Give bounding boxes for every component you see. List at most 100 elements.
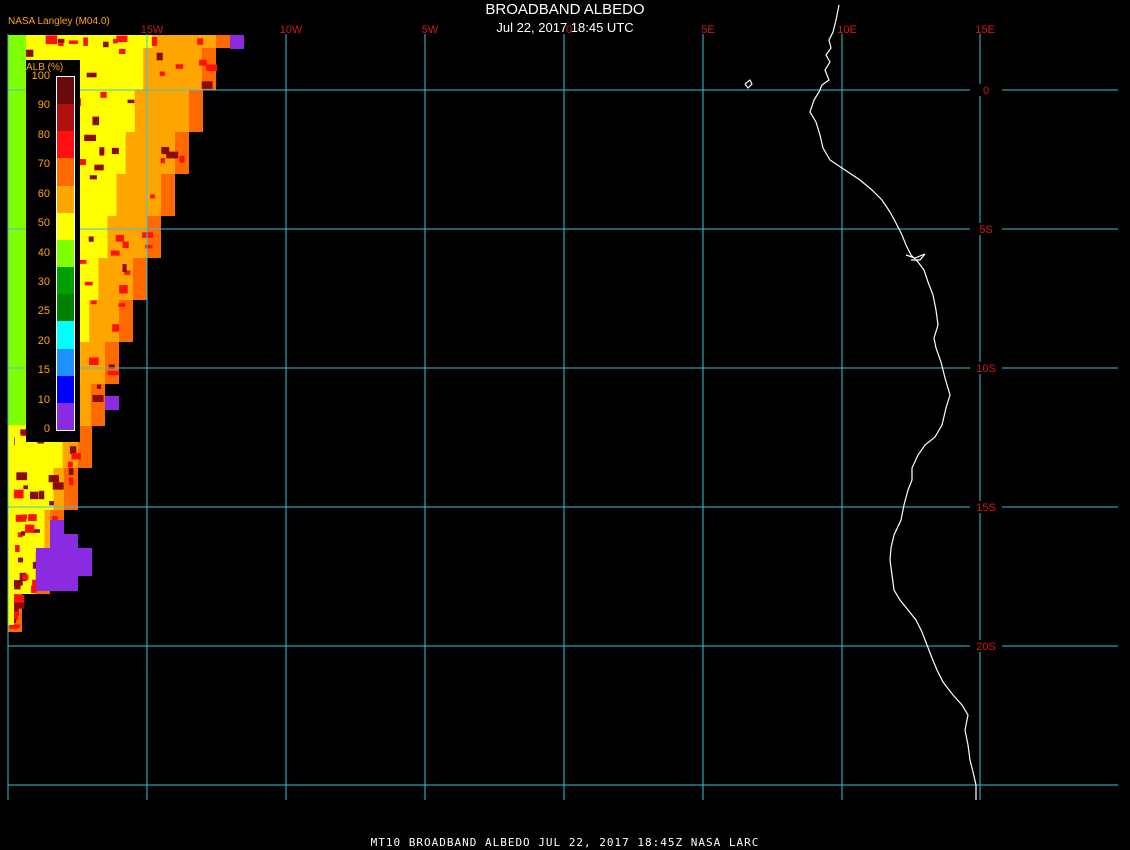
albedo-cell: [88, 357, 99, 366]
albedo-cell: [92, 116, 100, 126]
albedo-swath: [78, 426, 92, 468]
albedo-cell: [68, 477, 74, 486]
albedo-cell: [22, 514, 28, 519]
map-title: BROADBAND ALBEDO: [485, 1, 645, 18]
albedo-cell: [84, 134, 96, 142]
low-albedo-patch: [50, 520, 64, 534]
albedo-cell: [49, 501, 54, 506]
albedo-cell: [112, 324, 120, 332]
albedo-cell: [166, 151, 179, 159]
albedo-cell: [119, 285, 128, 294]
albedo-cell: [68, 468, 74, 476]
albedo-swath: [8, 35, 26, 425]
legend-swatch: [57, 375, 74, 404]
low-albedo-patch: [105, 396, 119, 410]
albedo-cell: [111, 147, 119, 155]
albedo-cell: [12, 489, 24, 499]
albedo-cell: [110, 250, 120, 256]
albedo-swath: [8, 425, 14, 625]
albedo-cell: [92, 394, 104, 402]
legend-tick-label: 30: [37, 275, 50, 288]
albedo-swath: [91, 384, 105, 426]
legend-color-bar: [56, 76, 75, 431]
legend-swatch: [57, 239, 74, 268]
albedo-cell: [22, 574, 29, 581]
legend-tick-label: 20: [37, 334, 50, 347]
albedo-cell: [179, 155, 185, 163]
legend-tick-label: 60: [37, 187, 50, 200]
low-albedo-patch: [230, 35, 244, 49]
albedo-cell: [160, 157, 166, 164]
albedo-cell: [99, 147, 105, 156]
albedo-cell: [116, 35, 128, 43]
albedo-swath: [105, 342, 119, 384]
latitude-label: 10S: [976, 363, 996, 375]
albedo-cell: [142, 232, 153, 238]
latitude-label: 0: [983, 85, 989, 97]
legend-swatch: [57, 185, 74, 214]
legend-swatch: [57, 348, 74, 377]
albedo-cell: [107, 370, 119, 376]
albedo-cell: [16, 472, 28, 481]
albedo-cell: [9, 624, 18, 629]
albedo-cell: [156, 52, 163, 61]
albedo-cell: [103, 41, 109, 48]
albedo-swath: [216, 35, 230, 48]
albedo-cell: [84, 281, 93, 286]
albedo-cell: [71, 452, 81, 460]
albedo-cell: [118, 48, 126, 55]
grid-labels: 15W 10W 5W 0 5E 10E 15E05S10S15S20S: [141, 24, 1002, 653]
coastline: [809, 4, 977, 800]
albedo-cell: [57, 38, 65, 43]
albedo-swath: [161, 174, 175, 216]
albedo-cell: [150, 194, 155, 199]
albedo-cell: [17, 557, 24, 563]
albedo-cell: [69, 446, 77, 455]
island-outline: [744, 79, 753, 89]
albedo-cell: [86, 72, 97, 78]
latitude-label: 5S: [979, 224, 992, 236]
albedo-cell: [25, 524, 35, 533]
legend-swatch: [57, 131, 74, 159]
legend-tick-label: 80: [37, 128, 50, 141]
albedo-cell: [94, 164, 104, 171]
albedo-cell: [45, 35, 58, 45]
albedo-cell: [88, 236, 94, 242]
legend-tick-label: 50: [37, 217, 50, 230]
albedo-cell: [199, 59, 207, 66]
legend-swatch: [57, 321, 74, 350]
product-credit: NASA Langley (M04.0): [8, 16, 110, 27]
albedo-cell: [28, 514, 37, 521]
albedo-cell: [115, 234, 124, 242]
legend-swatch: [57, 77, 74, 105]
color-legend: ALB (%) 100 90 80 70 60 50 40 30 25 20 15 10 0: [26, 60, 80, 442]
low-albedo-patch: [50, 534, 78, 548]
albedo-cell: [23, 485, 28, 490]
legend-swatch: [57, 402, 74, 431]
legend-tick-label: 25: [37, 305, 50, 318]
albedo-cell: [122, 241, 129, 248]
albedo-cell: [26, 49, 34, 57]
albedo-cell: [122, 264, 127, 273]
albedo-cell: [197, 38, 204, 45]
albedo-cell: [39, 490, 45, 500]
legend-tick-label: 90: [37, 99, 50, 112]
legend-swatch: [57, 212, 74, 241]
albedo-cell: [159, 71, 165, 76]
footer-caption: MT10 BROADBAND ALBEDO JUL 22, 2017 18:45…: [370, 836, 760, 849]
albedo-swath: [133, 258, 147, 300]
albedo-cell: [52, 482, 64, 490]
albedo-cell: [151, 36, 158, 46]
albedo-cell: [21, 531, 26, 536]
albedo-swath: [189, 90, 203, 132]
legend-tick-label: 0: [43, 423, 50, 435]
legend-swatch: [57, 294, 74, 322]
albedo-cell: [96, 384, 102, 389]
low-albedo-patch: [36, 548, 92, 576]
map-subtitle: Jul 22, 2017 18:45 UTC: [496, 20, 634, 35]
low-albedo-patch: [36, 576, 78, 591]
albedo-cell: [89, 175, 97, 180]
albedo-cell: [118, 303, 126, 307]
albedo-cell: [29, 491, 39, 500]
albedo-map: 15W 10W 5W 0 5E 10E 15E05S10S15S20S: [7, 4, 1118, 800]
